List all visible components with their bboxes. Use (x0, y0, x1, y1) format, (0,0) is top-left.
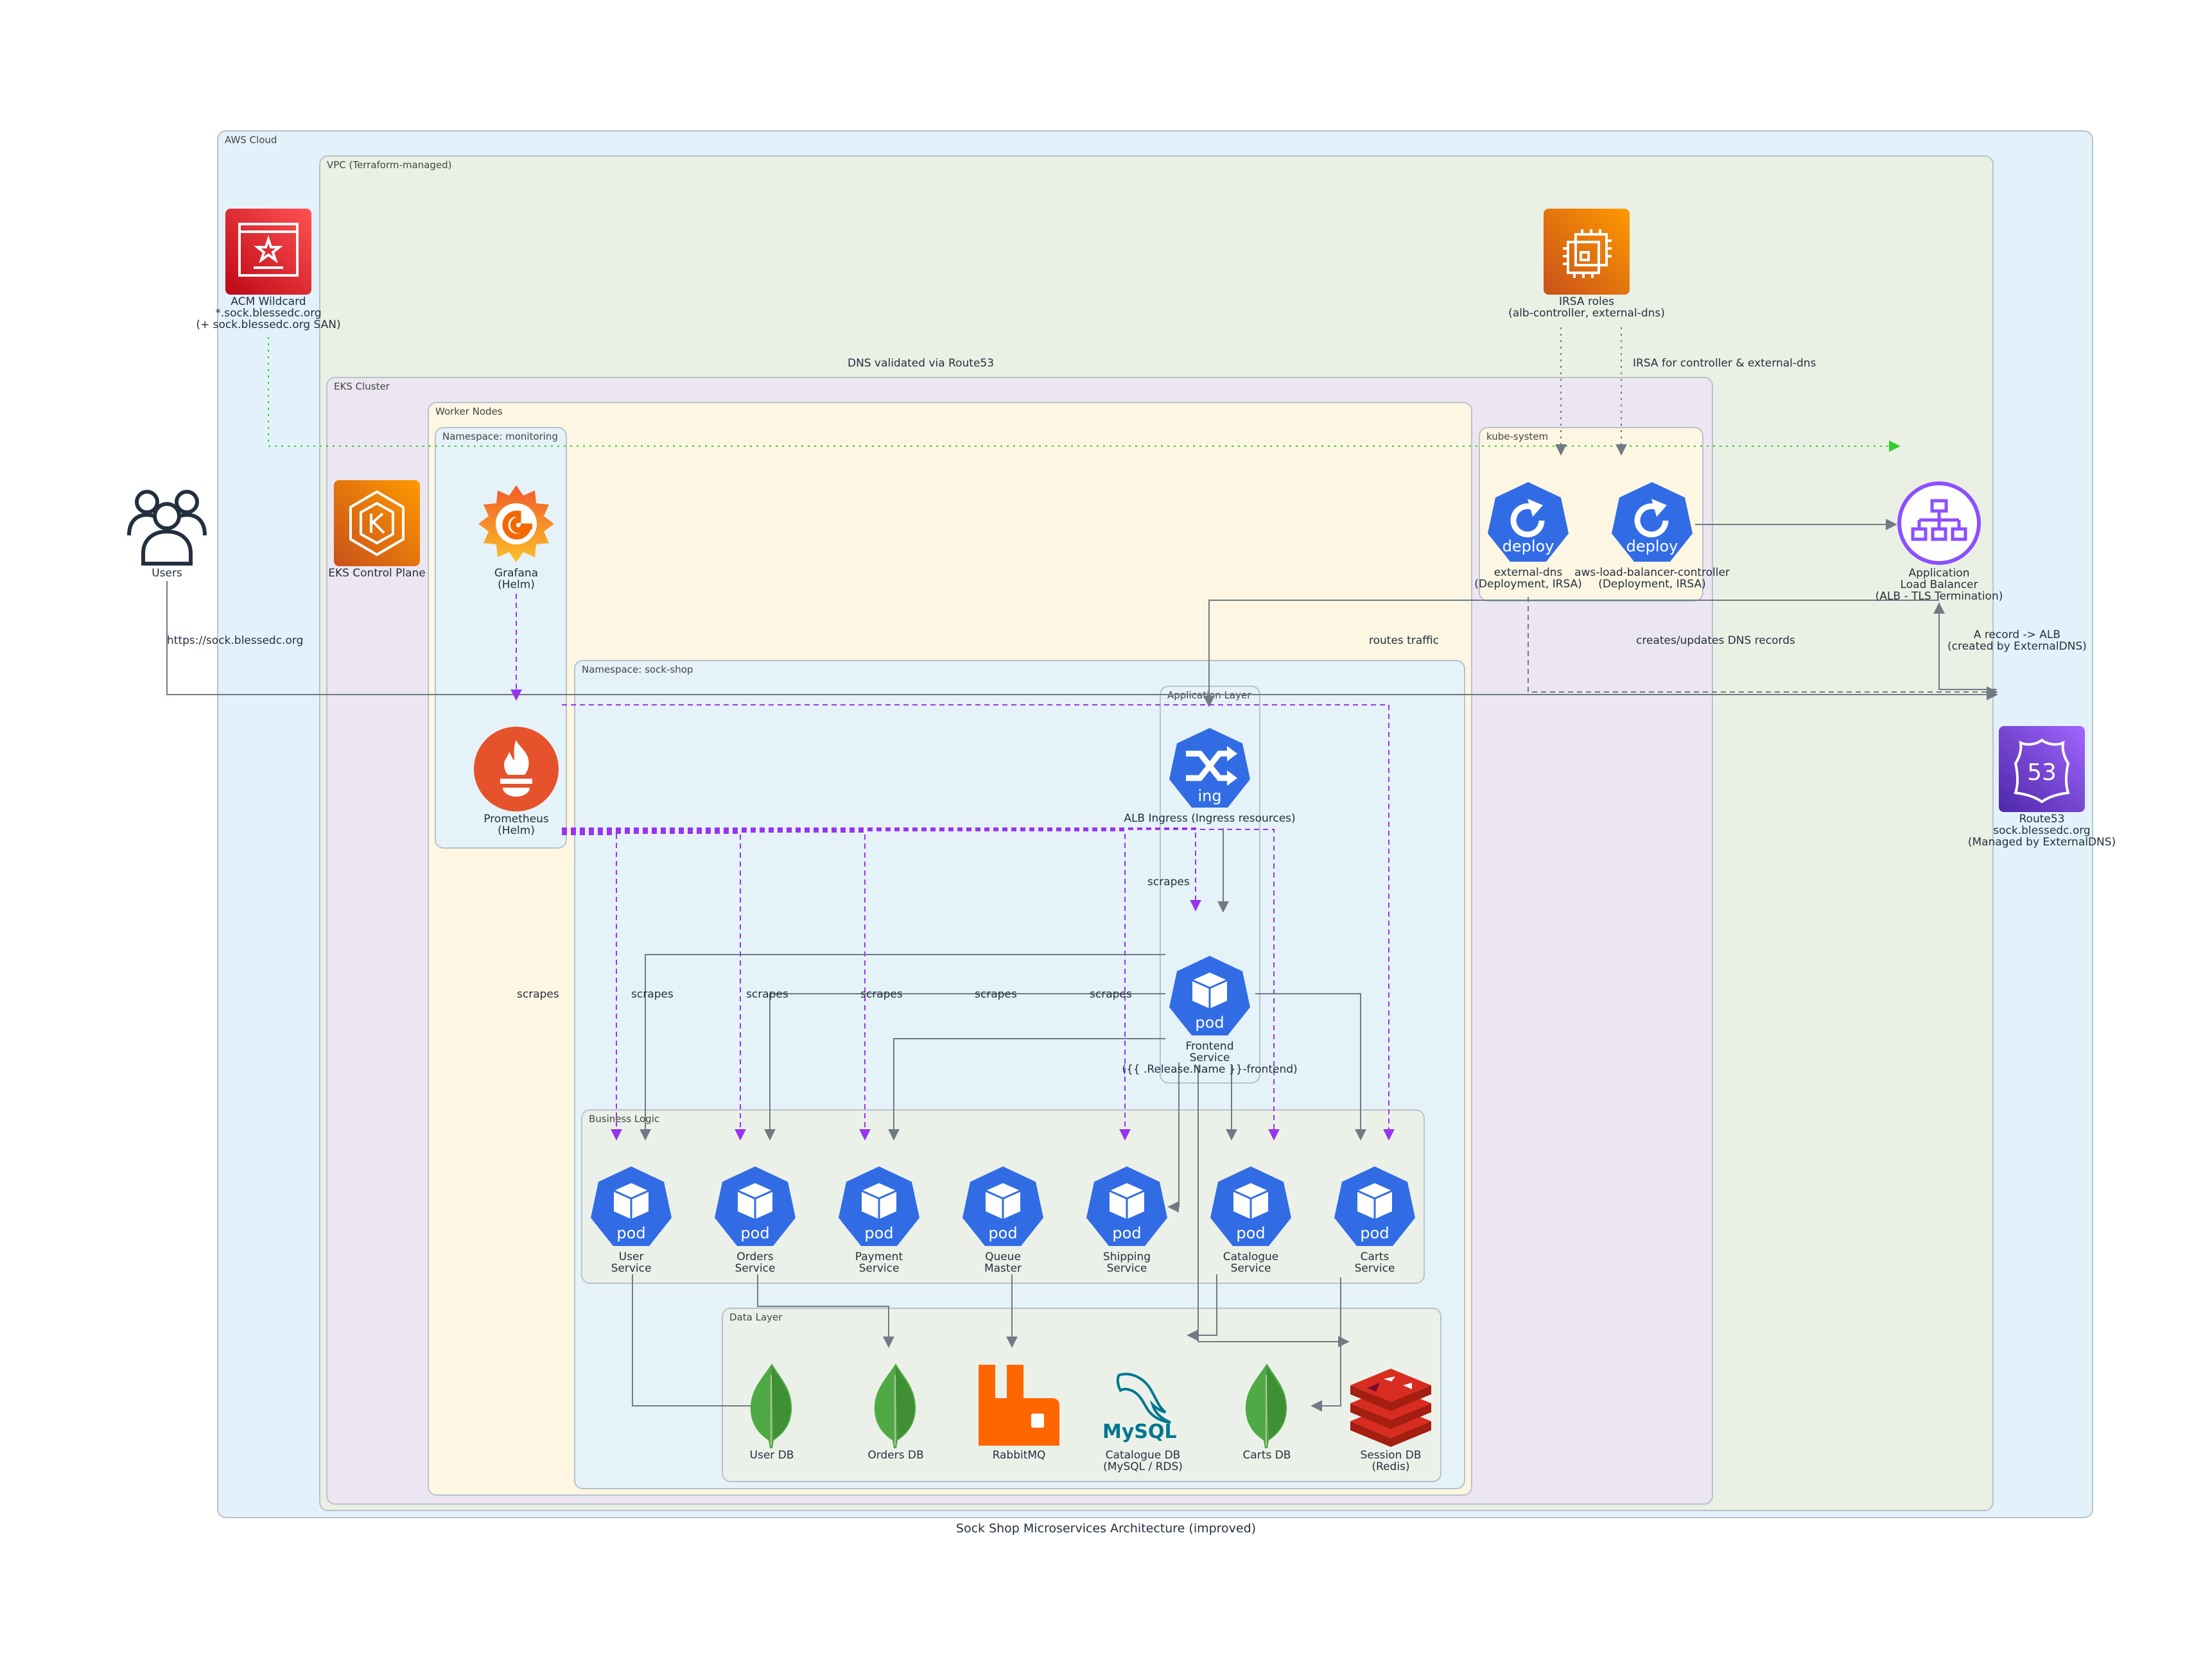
edge-orders-ordersdb (757, 1274, 894, 1348)
users-label: Users (152, 567, 182, 580)
frontend-label: Frontend Service ({{ .Release.Name }}-fr… (1122, 1040, 1298, 1076)
edge-acm-dns-validated (268, 337, 1901, 452)
catalogue-service-label: Catalogue Service (1223, 1251, 1279, 1275)
orders-service-label: Orders Service (735, 1251, 776, 1275)
route53-node: 53 Route53 sock.blessedc.org (Managed by… (1939, 726, 2145, 848)
ingress-label: ALB Ingress (Ingress resources) (1124, 812, 1296, 825)
edge-label-scrapes: scrapes (860, 988, 903, 1001)
users-icon (127, 490, 207, 566)
ingress-badge: ing (1197, 787, 1221, 805)
alb-controller-label: aws-load-balancer-controller (Deployment… (1574, 566, 1730, 591)
edge-label-a-record: A record -> ALB (created by ExternalDNS) (1947, 628, 2087, 653)
alb-label: Application Load Balancer (ALB - TLS Ter… (1875, 567, 2003, 603)
shipping-service-label: Shipping Service (1102, 1251, 1151, 1275)
route53-icon: 53 (1999, 726, 2085, 812)
edge-label-creates-dns: creates/updates DNS records (1636, 634, 1795, 647)
diagram-title: Sock Shop Microservices Architecture (im… (955, 1521, 1257, 1536)
k8s-pod-icon: pod (1334, 1166, 1415, 1246)
edge-scrape-shipping (562, 830, 1131, 1141)
user-service-label: User Service (611, 1251, 652, 1275)
pod-badge: pod (616, 1224, 645, 1242)
edge-label-users-url: https://sock.blessedc.org (167, 634, 304, 647)
acm-label: ACM Wildcard *.sock.blessedc.org (+ sock… (196, 295, 341, 331)
k8s-pod-icon: pod (1169, 956, 1250, 1035)
pod-badge: pod (740, 1224, 769, 1242)
rabbitmq-label: RabbitMQ (992, 1449, 1046, 1462)
prometheus-icon (474, 727, 559, 811)
edge-scrape-orders (562, 833, 746, 1141)
edge-scrape-user (562, 834, 622, 1141)
users-node: Users (64, 483, 270, 579)
eks-control-plane-label: EKS Control Plane (328, 567, 426, 580)
edge-label-scrapes: scrapes (1147, 876, 1190, 888)
iam-role-chip-icon (1544, 209, 1630, 295)
edge-label-routes-traffic: routes traffic (1369, 634, 1440, 647)
prometheus-node: Prometheus (Helm) (414, 726, 619, 836)
alb-controller-node: deploy aws-load-balancer-controller (Dep… (1549, 480, 1755, 590)
load-balancer-icon (1897, 481, 1981, 565)
edge-label-dns-validated: DNS validated via Route53 (848, 357, 995, 370)
session-db-label: Session DB (Redis) (1360, 1449, 1422, 1473)
redis-icon (1350, 1369, 1431, 1447)
edge-catalogue-mysql (1187, 1274, 1217, 1341)
carts-db-label: Carts DB (1242, 1449, 1291, 1462)
ingress-node: ing ALB Ingress (Ingress resources) (1107, 725, 1312, 824)
edge-label-scrapes: scrapes (975, 988, 1017, 1001)
pod-badge: pod (988, 1224, 1017, 1242)
pod-badge: pod (1195, 1014, 1224, 1032)
grafana-node: Grafana (Helm) (414, 480, 619, 591)
carts-service-label: Carts Service (1354, 1251, 1395, 1275)
pod-badge: pod (1236, 1224, 1265, 1242)
edge-frontend-user (640, 954, 1165, 1141)
grafana-icon (478, 485, 554, 562)
grafana-label: Grafana (Helm) (494, 567, 539, 591)
pod-badge: pod (1112, 1224, 1141, 1242)
edge-alb-ingress (1203, 600, 1939, 707)
deploy-badge: deploy (1502, 537, 1554, 555)
irsa-node: IRSA roles (alb-controller, external-dns… (1484, 209, 1689, 319)
alb-node: Application Load Balancer (ALB - TLS Ter… (1836, 480, 2042, 602)
edge-label-scrapes: scrapes (517, 988, 559, 1001)
edge-label-scrapes: scrapes (631, 988, 674, 1001)
k8s-ingress-icon: ing (1169, 728, 1250, 808)
edge-scrape-frontend (562, 827, 1201, 912)
orders-db-label: Orders DB (867, 1449, 924, 1462)
edge-label-irsa: IRSA for controller & external-dns (1633, 357, 1816, 370)
carts-service-node: pod Carts Service (1272, 1164, 1477, 1274)
payment-service-label: Payment Service (855, 1251, 903, 1275)
k8s-deploy-icon: deploy (1612, 482, 1693, 562)
certificate-manager-icon (225, 209, 311, 295)
route53-label: Route53 sock.blessedc.org (Managed by Ex… (1967, 813, 2116, 849)
edge-scrape-payment (562, 831, 871, 1141)
user-db-label: User DB (749, 1449, 794, 1462)
pod-badge: pod (1360, 1224, 1389, 1242)
edge-frontend-orders (764, 993, 1165, 1141)
route53-badge: 53 (2027, 759, 2057, 786)
pod-badge: pod (864, 1224, 893, 1242)
prometheus-label: Prometheus (Helm) (483, 813, 549, 837)
deploy-badge: deploy (1626, 537, 1678, 555)
frontend-node: pod Frontend Service ({{ .Release.Name }… (1107, 953, 1312, 1075)
edge-label-scrapes: scrapes (746, 988, 788, 1001)
queue-master-label: Queue Master (984, 1251, 1022, 1275)
session-db-node: Session DB (Redis) (1288, 1362, 1494, 1473)
irsa-label: IRSA roles (alb-controller, external-dns… (1508, 295, 1665, 320)
eks-icon (334, 480, 420, 566)
acm-node: ACM Wildcard *.sock.blessedc.org (+ sock… (166, 209, 371, 331)
